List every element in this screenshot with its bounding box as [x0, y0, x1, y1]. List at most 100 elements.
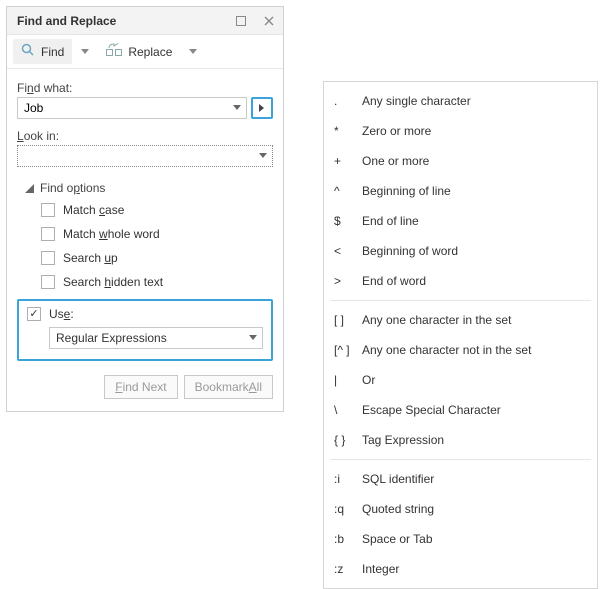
look-in-dropdown[interactable]	[254, 146, 272, 166]
menu-item[interactable]: [^ ]Any one character not in the set	[324, 335, 597, 365]
menu-label: Beginning of line	[362, 184, 587, 198]
menu-item[interactable]: ^Beginning of line	[324, 176, 597, 206]
menu-symbol: <	[334, 244, 362, 258]
search-up-checkbox[interactable]	[41, 251, 55, 265]
tab-replace-dropdown[interactable]	[186, 40, 200, 64]
menu-item[interactable]: <Beginning of word	[324, 236, 597, 266]
menu-item[interactable]: :bSpace or Tab	[324, 524, 597, 554]
menu-separator	[330, 459, 591, 460]
find-what-combo[interactable]	[17, 97, 247, 119]
menu-symbol: ^	[334, 184, 362, 198]
look-in-label: Look in:	[17, 129, 273, 143]
tab-find[interactable]: Find	[13, 39, 72, 64]
tab-find-dropdown[interactable]	[78, 40, 92, 64]
use-value: Regular Expressions	[56, 331, 167, 345]
menu-symbol: |	[334, 373, 362, 387]
menu-item[interactable]: +One or more	[324, 146, 597, 176]
look-in-combo[interactable]	[17, 145, 273, 167]
titlebar: Find and Replace	[7, 7, 283, 35]
menu-symbol: :z	[334, 562, 362, 576]
use-dropdown[interactable]	[244, 328, 262, 348]
menu-item[interactable]: { }Tag Expression	[324, 425, 597, 455]
tab-find-label: Find	[41, 45, 64, 59]
menu-item[interactable]: [ ]Any one character in the set	[324, 305, 597, 335]
regex-helper-menu: .Any single character*Zero or more+One o…	[323, 81, 598, 589]
menu-symbol: >	[334, 274, 362, 288]
match-whole-word-row[interactable]: Match whole word	[41, 223, 273, 245]
menu-item[interactable]: :zInteger	[324, 554, 597, 584]
search-hidden-text-label: Search hidden text	[63, 275, 163, 289]
dialog-body: Find what: Look in:	[7, 69, 283, 411]
menu-label: Any single character	[362, 94, 587, 108]
bookmark-all-button[interactable]: Bookmark All	[184, 375, 273, 399]
use-label: Use:	[49, 307, 74, 321]
menu-label: End of word	[362, 274, 587, 288]
use-checkbox[interactable]	[27, 307, 41, 321]
tab-replace[interactable]: Replace	[98, 39, 180, 64]
find-next-button[interactable]: Find Next	[104, 375, 177, 399]
search-up-label: Search up	[63, 251, 118, 265]
menu-label: Zero or more	[362, 124, 587, 138]
look-in-input[interactable]	[24, 147, 252, 165]
menu-label: End of line	[362, 214, 587, 228]
search-icon	[21, 43, 35, 60]
use-combo[interactable]: Regular Expressions	[49, 327, 263, 349]
menu-item[interactable]: >End of word	[324, 266, 597, 296]
menu-item[interactable]: :iSQL identifier	[324, 464, 597, 494]
menu-symbol: :b	[334, 532, 362, 546]
menu-symbol: [^ ]	[334, 343, 362, 357]
menu-symbol: \	[334, 403, 362, 417]
search-up-row[interactable]: Search up	[41, 247, 273, 269]
menu-symbol: [ ]	[334, 313, 362, 327]
menu-label: Or	[362, 373, 587, 387]
menu-item[interactable]: :qQuoted string	[324, 494, 597, 524]
match-case-row[interactable]: Match case	[41, 199, 273, 221]
menu-label: One or more	[362, 154, 587, 168]
menu-item[interactable]: .Any single character	[324, 86, 597, 116]
menu-item[interactable]: |Or	[324, 365, 597, 395]
menu-separator	[330, 300, 591, 301]
match-case-checkbox[interactable]	[41, 203, 55, 217]
menu-symbol: :q	[334, 502, 362, 516]
close-button[interactable]	[255, 7, 283, 35]
menu-item[interactable]: *Zero or more	[324, 116, 597, 146]
menu-label: Integer	[362, 562, 587, 576]
menu-symbol: *	[334, 124, 362, 138]
maximize-button[interactable]	[227, 7, 255, 35]
use-group: Use: Regular Expressions	[17, 299, 273, 361]
search-hidden-text-row[interactable]: Search hidden text	[41, 271, 273, 293]
menu-label: Any one character in the set	[362, 313, 587, 327]
find-what-input[interactable]	[24, 99, 226, 117]
find-options-label: Find options	[40, 181, 105, 195]
menu-symbol: .	[334, 94, 362, 108]
menu-label: Escape Special Character	[362, 403, 587, 417]
menu-label: Tag Expression	[362, 433, 587, 447]
match-whole-word-checkbox[interactable]	[41, 227, 55, 241]
menu-label: Beginning of word	[362, 244, 587, 258]
tab-bar: Find Replace	[7, 35, 283, 69]
action-bar: Find Next Bookmark All	[17, 375, 273, 399]
menu-symbol: +	[334, 154, 362, 168]
menu-item[interactable]: \Escape Special Character	[324, 395, 597, 425]
menu-label: SQL identifier	[362, 472, 587, 486]
replace-icon	[106, 43, 122, 60]
search-hidden-text-checkbox[interactable]	[41, 275, 55, 289]
find-replace-dialog: Find and Replace Find Repla	[6, 6, 284, 412]
match-whole-word-label: Match whole word	[63, 227, 160, 241]
menu-item[interactable]: $End of line	[324, 206, 597, 236]
find-what-dropdown[interactable]	[228, 98, 246, 118]
find-options-header[interactable]: Find options	[25, 181, 273, 195]
menu-symbol: :i	[334, 472, 362, 486]
menu-symbol: $	[334, 214, 362, 228]
tab-replace-label: Replace	[128, 45, 172, 59]
regex-helper-button[interactable]	[251, 97, 273, 119]
dialog-title: Find and Replace	[17, 14, 227, 28]
menu-label: Any one character not in the set	[362, 343, 587, 357]
menu-label: Quoted string	[362, 502, 587, 516]
menu-label: Space or Tab	[362, 532, 587, 546]
menu-symbol: { }	[334, 433, 362, 447]
collapse-icon	[25, 184, 34, 193]
match-case-label: Match case	[63, 203, 124, 217]
find-what-label: Find what:	[17, 81, 273, 95]
find-options-group: Find options Match case Match whole word…	[17, 181, 273, 361]
